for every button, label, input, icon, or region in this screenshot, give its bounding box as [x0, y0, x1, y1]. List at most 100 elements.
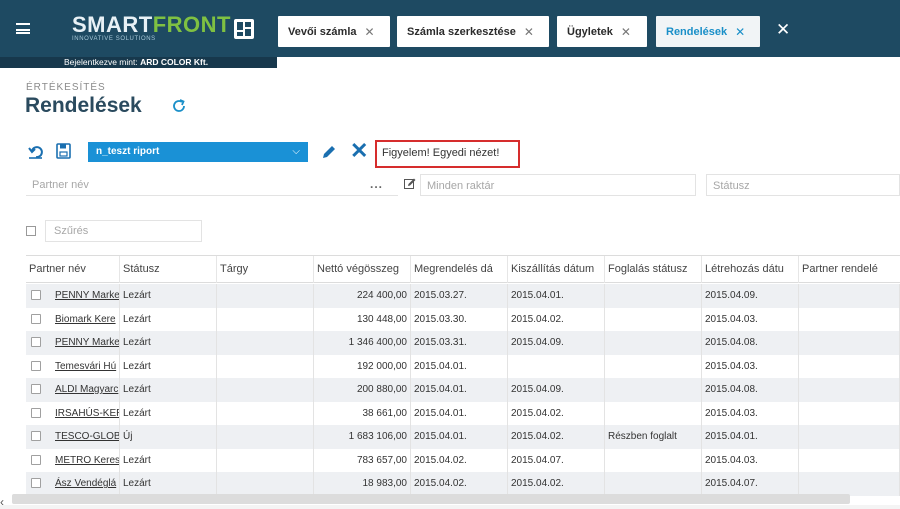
partner-filter-input[interactable]: Partner név: [26, 174, 398, 196]
table-row[interactable]: Biomark Kere Lezárt 130 448,00 2015.03.30. 2…: [26, 307, 900, 331]
cell-created: 2015.04.08.: [702, 331, 799, 355]
report-view-select[interactable]: n_teszt riport ⌵: [88, 142, 308, 162]
table-row[interactable]: Ász Vendéglá Lezárt 18 983,00 2015.04.02. 20…: [26, 472, 900, 496]
column-subject[interactable]: Tárgy: [217, 256, 314, 283]
cell-net: 38 661,00: [314, 401, 411, 425]
cell-delivery-date: 2015.04.07.: [508, 448, 605, 472]
reset-view-icon[interactable]: [28, 145, 44, 159]
page-title: Rendelések: [25, 94, 142, 117]
cell-partner[interactable]: PENNY Marke: [52, 331, 120, 355]
cell-partner[interactable]: PENNY Marke: [52, 284, 120, 308]
table-row[interactable]: IRSAHÚS-KER Lezárt 38 661,00 2015.04.01. 201…: [26, 401, 900, 425]
column-partner-order[interactable]: Partner rendelé: [799, 256, 900, 283]
close-all-tabs-icon[interactable]: ✕: [776, 20, 790, 40]
cell-partner[interactable]: Biomark Kere: [52, 307, 120, 331]
cell-net: 1 346 400,00: [314, 331, 411, 355]
cell-status: Lezárt: [120, 331, 217, 355]
cell-order-date: 2015.04.01.: [411, 401, 508, 425]
column-booking-status[interactable]: Foglalás státusz: [605, 256, 702, 283]
row-checkbox[interactable]: [31, 384, 41, 394]
row-checkbox[interactable]: [31, 313, 41, 324]
cell-net: 224 400,00: [314, 284, 411, 308]
cell-booking-status: [605, 331, 702, 355]
row-checkbox[interactable]: [31, 337, 41, 347]
row-checkbox[interactable]: [31, 431, 41, 441]
edit-view-icon[interactable]: [320, 143, 338, 161]
save-view-icon[interactable]: [56, 143, 71, 159]
tab-label: Számla szerkesztése: [407, 25, 516, 38]
cell-delivery-date: 2015.04.09.: [508, 331, 605, 355]
cell-partner[interactable]: IRSAHÚS-KER: [52, 401, 120, 425]
tab-szamla-szerkesztese[interactable]: Számla szerkesztése ✕: [397, 16, 549, 47]
cell-partner[interactable]: Ász Vendéglá: [52, 472, 120, 496]
select-all-checkbox[interactable]: [26, 226, 36, 236]
cell-created: 2015.04.03.: [702, 448, 799, 472]
dashboard-grid-icon[interactable]: [234, 19, 254, 39]
close-tab-icon[interactable]: ✕: [524, 25, 534, 39]
table-row[interactable]: METRO Keres Lezárt 783 657,00 2015.04.02. 20…: [26, 448, 900, 472]
cell-net: 130 448,00: [314, 307, 411, 331]
row-checkbox[interactable]: [31, 290, 41, 300]
close-tab-icon[interactable]: ✕: [365, 25, 375, 39]
cell-subject: [217, 378, 314, 402]
hamburger-menu-icon[interactable]: [16, 23, 30, 34]
tab-rendelesek[interactable]: Rendelések ✕: [656, 16, 760, 47]
table-row[interactable]: PENNY Marke Lezárt 224 400,00 2015.03.27. 20…: [26, 284, 900, 308]
cell-subject: [217, 425, 314, 449]
cell-net: 18 983,00: [314, 472, 411, 496]
cell-net: 783 657,00: [314, 448, 411, 472]
cell-created: 2015.04.08.: [702, 378, 799, 402]
column-partner[interactable]: Partner név: [26, 256, 120, 283]
table-row[interactable]: PENNY Marke Lezárt 1 346 400,00 2015.03.31.…: [26, 331, 900, 355]
custom-view-warning: Figyelem! Egyedi nézet!: [375, 140, 520, 168]
cell-subject: [217, 401, 314, 425]
report-view-label: n_teszt riport: [96, 146, 160, 157]
cell-partner[interactable]: METRO Keres: [52, 448, 120, 472]
edit-icon[interactable]: [404, 178, 416, 190]
cell-delivery-date: [508, 354, 605, 378]
row-checkbox[interactable]: [31, 454, 41, 465]
close-tab-icon[interactable]: ✕: [621, 25, 631, 39]
column-delivery-date[interactable]: Kiszállítás dátum: [508, 256, 605, 283]
cell-status: Lezárt: [120, 472, 217, 496]
login-info: Bejelentkezve mint: ARD COLOR Kft.: [64, 57, 209, 67]
cell-delivery-date: 2015.04.02.: [508, 472, 605, 496]
close-tab-icon[interactable]: ✕: [735, 25, 745, 39]
cell-partner[interactable]: Temesvári Hú: [52, 354, 120, 378]
warehouse-filter-select[interactable]: Minden raktár: [420, 174, 696, 196]
table-row[interactable]: TESCO-GLOB Új 1 683 106,00 2015.04.01. 2015.…: [26, 425, 900, 449]
column-created-date[interactable]: Létrehozás dátu: [702, 256, 799, 283]
cell-delivery-date: 2015.04.09.: [508, 378, 605, 402]
table-row[interactable]: Temesvári Hú Lezárt 192 000,00 2015.04.01. 2…: [26, 354, 900, 378]
column-status[interactable]: Státusz: [120, 256, 217, 283]
cell-partner-order: [799, 472, 900, 496]
cell-booking-status: [605, 378, 702, 402]
cell-created: 2015.04.07.: [702, 472, 799, 496]
column-net-total[interactable]: Nettó végösszeg: [314, 256, 411, 283]
cell-partner[interactable]: TESCO-GLOB: [52, 425, 120, 449]
horizontal-scrollbar[interactable]: [12, 494, 850, 504]
search-filter-input[interactable]: Szűrés: [45, 220, 202, 242]
cell-partner-order: [799, 331, 900, 355]
cell-partner-order: [799, 448, 900, 472]
cell-net: 200 880,00: [314, 378, 411, 402]
table-row[interactable]: ALDI Magyarc Lezárt 200 880,00 2015.04.01. 2…: [26, 378, 900, 402]
tab-vevoi-szamla[interactable]: Vevői számla ✕: [278, 16, 390, 47]
cell-order-date: 2015.04.01.: [411, 354, 508, 378]
partner-lookup-button[interactable]: ...: [370, 177, 383, 191]
column-order-date[interactable]: Megrendelés dá: [411, 256, 508, 283]
row-checkbox[interactable]: [31, 407, 41, 418]
logo-subtitle: INNOVATIVE SOLUTIONS: [72, 36, 156, 42]
row-checkbox[interactable]: [31, 478, 41, 488]
cell-net: 1 683 106,00: [314, 425, 411, 449]
cell-status: Új: [120, 425, 217, 449]
row-checkbox[interactable]: [31, 360, 41, 371]
delete-view-icon[interactable]: ✕: [350, 140, 368, 162]
tab-ugyletek[interactable]: Ügyletek ✕: [557, 16, 647, 47]
status-filter-select[interactable]: Státusz: [706, 174, 900, 196]
cell-status: Lezárt: [120, 448, 217, 472]
cell-net: 192 000,00: [314, 354, 411, 378]
cell-order-date: 2015.03.27.: [411, 284, 508, 308]
cell-partner[interactable]: ALDI Magyarc: [52, 378, 120, 402]
refresh-icon[interactable]: [171, 98, 187, 114]
